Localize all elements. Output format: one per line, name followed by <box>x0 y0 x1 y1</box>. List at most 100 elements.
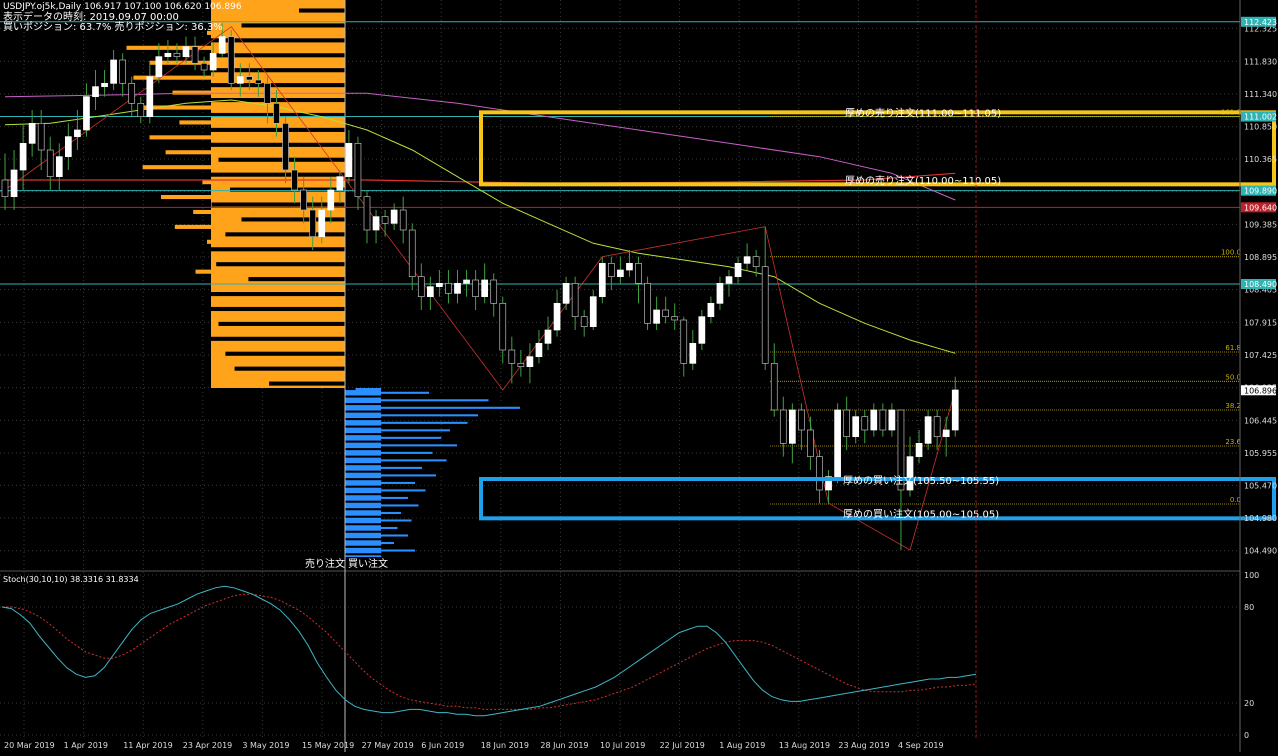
candle-body <box>924 416 932 444</box>
fib-label: 50.0 <box>1225 373 1241 381</box>
candle-body <box>734 262 742 278</box>
sell-orders-label: 売り注文 <box>305 557 345 570</box>
y-tick-label: 107.915 <box>1244 318 1277 327</box>
x-tick-label: 20 Mar 2019 <box>4 741 55 750</box>
chart-canvas[interactable]: 161.8100.061.850.038.223.60.0厚めの売り注文(111… <box>0 0 1278 752</box>
fib-label: 61.8 <box>1225 344 1241 352</box>
buy-order-bar <box>345 403 512 406</box>
x-tick-label: 18 Jun 2019 <box>481 741 529 750</box>
y-tick-label: 107.425 <box>1244 351 1277 360</box>
buy-order-bar <box>345 526 398 530</box>
candle-body <box>264 82 271 104</box>
candle-body <box>28 122 36 144</box>
sell-order-bar <box>218 321 345 326</box>
sell-order-bar <box>211 202 345 207</box>
candle-body <box>417 276 425 298</box>
candle-body <box>381 216 389 224</box>
buy-box-label-lower: 厚めの買い注文(105.00~105.05) <box>843 507 999 520</box>
price-tag: 109.640 <box>1244 203 1277 212</box>
candle-body <box>146 76 154 118</box>
candle-body <box>798 409 805 431</box>
candle-body <box>526 356 534 368</box>
stoch-tick-label: 80 <box>1244 603 1254 612</box>
fib-label: 23.6 <box>1225 438 1241 446</box>
candle-body <box>807 429 814 458</box>
candle-body <box>227 36 235 84</box>
candle-body <box>255 79 262 84</box>
x-tick-label: 1 Apr 2019 <box>64 741 108 750</box>
candle-body <box>843 409 851 438</box>
sell-order-bar <box>165 150 345 155</box>
y-tick-label: 111.340 <box>1244 90 1277 99</box>
candle-body <box>246 76 253 81</box>
buy-order-bar <box>345 519 412 522</box>
y-tick-label: 104.980 <box>1244 514 1277 523</box>
candle-body <box>463 279 470 284</box>
candle-body <box>879 409 887 431</box>
candle-body <box>888 409 896 431</box>
buy-order-bar <box>345 504 419 507</box>
candle-body <box>327 189 335 211</box>
buy-order-bar <box>345 399 489 402</box>
sell-order-bar <box>184 306 345 312</box>
buy-order-bar <box>345 406 520 409</box>
candle-body <box>499 302 507 351</box>
candle-body <box>490 279 498 304</box>
buy-order-bar <box>345 500 454 503</box>
y-tick-label: 104.490 <box>1244 547 1277 556</box>
price-tag: 106.896 <box>1244 386 1277 395</box>
sell-order-bar <box>239 314 345 319</box>
candle-body <box>445 282 452 294</box>
candle-body <box>273 102 280 124</box>
y-tick-label: 110.365 <box>1244 155 1277 164</box>
y-tick-label: 105.470 <box>1244 481 1277 490</box>
candle-body <box>562 282 570 304</box>
buy-order-bar <box>345 541 394 545</box>
buy-orders-label: 買い注文 <box>348 557 388 570</box>
candle-body <box>46 149 54 178</box>
x-tick-label: 6 Jun 2019 <box>421 741 464 750</box>
candle-body <box>716 282 724 304</box>
sell-order-bar <box>299 8 345 13</box>
candle-body <box>282 122 289 171</box>
candle-body <box>707 302 715 318</box>
candle-body <box>164 52 172 58</box>
sell-order-bar <box>234 366 345 371</box>
sell-box-label-upper: 厚めの売り注文(111.00~111.05) <box>845 106 1001 119</box>
candle-body <box>870 409 878 431</box>
candle-body <box>137 102 145 118</box>
candle-body <box>110 59 117 84</box>
candle-body <box>644 282 651 324</box>
candle-body <box>671 316 679 321</box>
sell-order-bar <box>211 284 345 289</box>
buy-order-bar <box>345 549 415 552</box>
sell-order-bar <box>195 269 345 274</box>
buy-order-bar <box>345 425 492 428</box>
x-tick-label: 15 May 2019 <box>302 741 354 750</box>
candle-body <box>74 129 81 138</box>
fib-label: 100.0 <box>1221 249 1241 257</box>
sell-order-bar <box>216 262 345 267</box>
sell-order-bar <box>225 351 345 356</box>
buy-order-bar <box>345 395 468 398</box>
fib-label: 0.0 <box>1230 496 1241 504</box>
sell-order-bar <box>202 292 345 297</box>
candle-body <box>761 266 769 364</box>
candle-body <box>64 136 72 158</box>
buy-order-bar <box>345 388 356 391</box>
candle-body <box>19 142 27 171</box>
buy-order-bar <box>345 463 461 466</box>
x-tick-label: 28 Jun 2019 <box>540 741 588 750</box>
buy-order-bar <box>345 553 503 556</box>
candle-body <box>191 46 199 64</box>
sell-order-bar <box>225 232 345 237</box>
sell-order-bar <box>184 247 345 252</box>
candle-body <box>345 142 353 178</box>
sell-order-bar <box>179 120 345 125</box>
candle-body <box>933 416 941 438</box>
buy-order-bar <box>345 515 447 518</box>
candle-body <box>571 282 579 318</box>
candle-body <box>291 169 298 191</box>
candle-body <box>427 286 434 298</box>
sell-box-label-lower: 厚めの売り注文(110.00~110.05) <box>845 174 1001 187</box>
